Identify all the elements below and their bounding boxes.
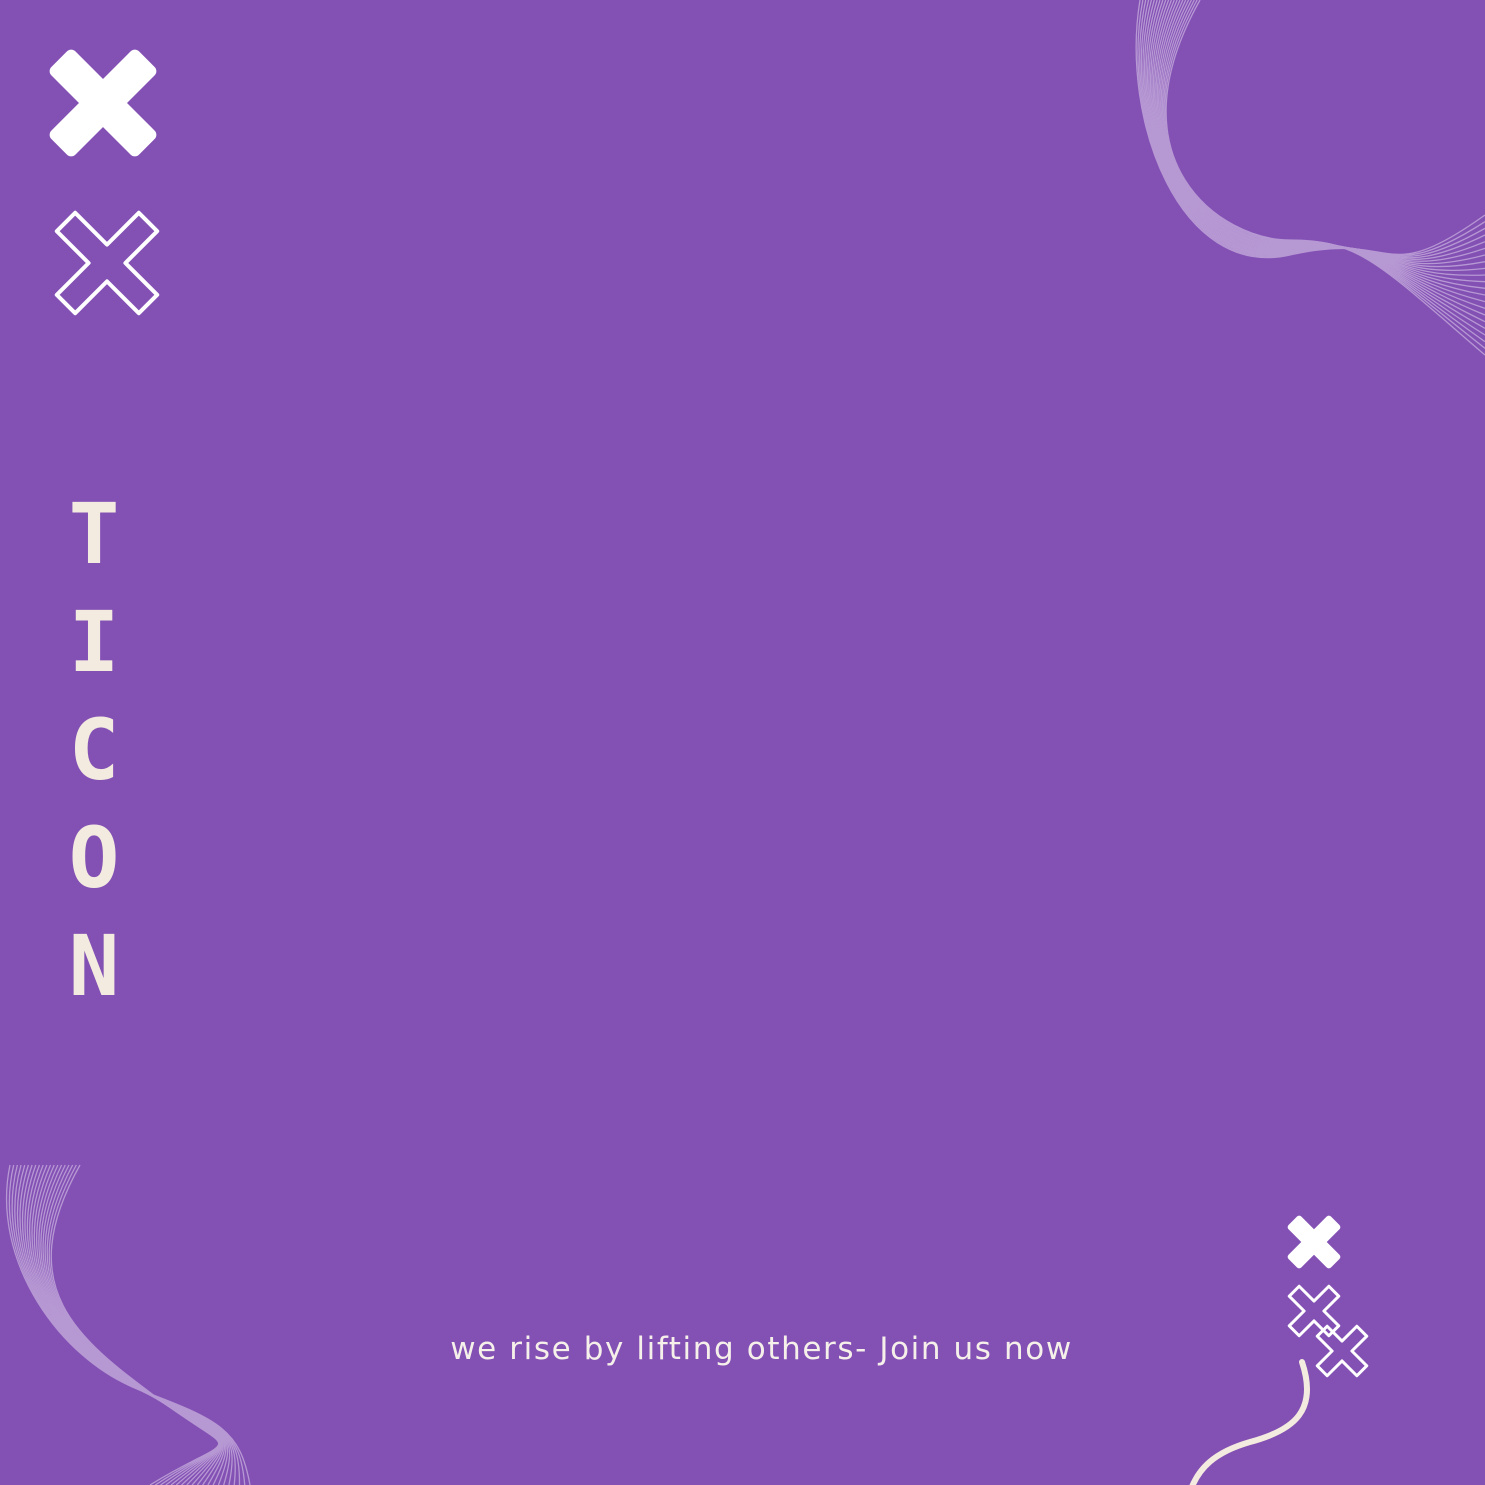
wave-line — [1165, 0, 1485, 356]
squiggle-line — [1189, 1359, 1310, 1485]
vertical-title: T I C O N — [58, 480, 130, 1020]
solid-cross-icon — [49, 49, 157, 157]
wave-line — [1149, 0, 1485, 276]
wave-line — [1156, 0, 1485, 309]
wave-line — [44, 1164, 220, 1485]
wave-line — [1163, 0, 1485, 343]
tagline: we rise by lifting others- Join us now — [450, 1331, 1073, 1367]
title-letter: N — [68, 917, 120, 1015]
small-solid-cross-icon — [1287, 1215, 1341, 1269]
title-letter: I — [68, 593, 120, 691]
wave-line — [19, 1164, 231, 1485]
wave-line — [11, 1164, 241, 1485]
wave-line — [50, 1164, 220, 1485]
wave-line — [1139, 0, 1485, 258]
title-letter: O — [68, 809, 120, 907]
wave-line — [46, 1164, 220, 1485]
wave-lines-bottom-left — [5, 1164, 251, 1485]
wave-line — [1135, 0, 1485, 258]
wave-line — [1155, 0, 1485, 303]
poster-canvas: T I C O N we rise by lifting others- Joi… — [0, 0, 1485, 1485]
wave-line — [1157, 0, 1485, 316]
wave-line — [1161, 0, 1485, 336]
wave-line — [1148, 0, 1485, 272]
title-letter: C — [68, 701, 120, 799]
decorations-layer — [5, 0, 1485, 1485]
outline-cross-icon — [54, 210, 160, 316]
wave-line — [1151, 0, 1485, 283]
title-letter: T — [68, 485, 120, 583]
wave-lines-top-right — [1135, 0, 1485, 356]
